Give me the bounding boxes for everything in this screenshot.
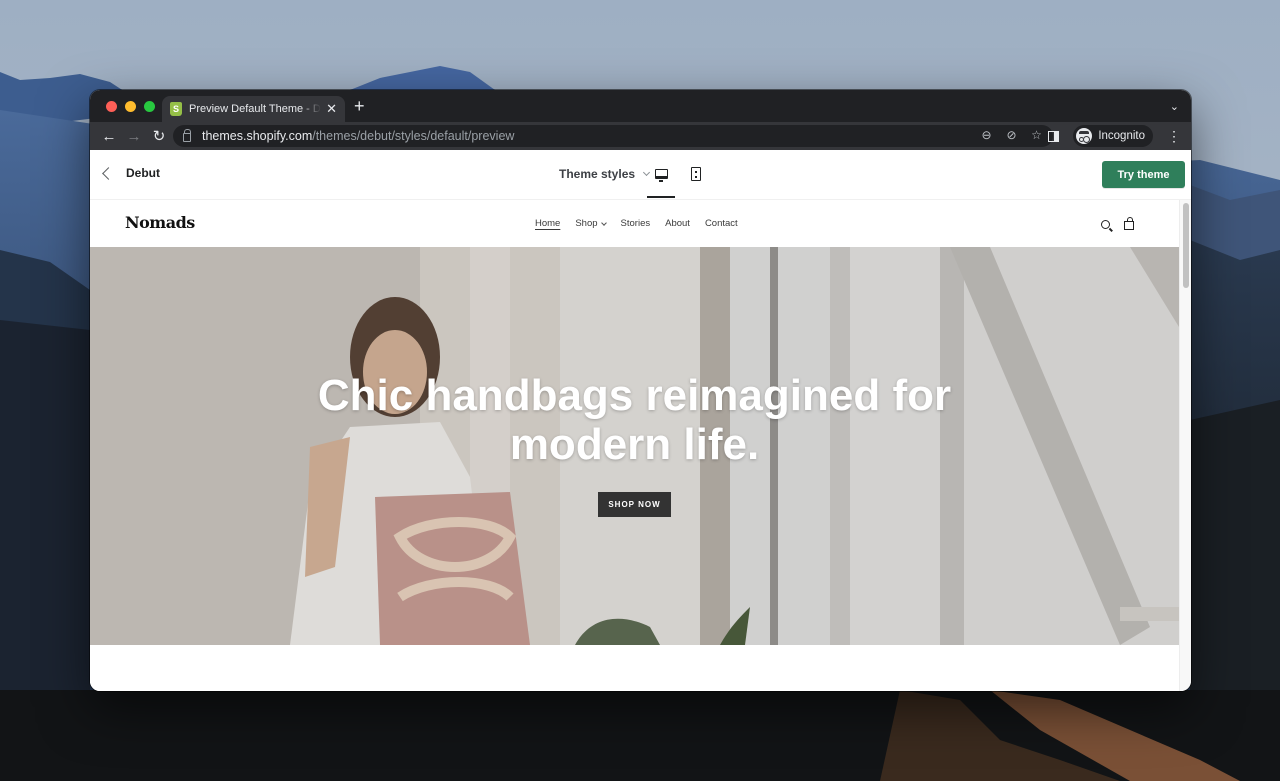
nav-shop[interactable]: Shop — [575, 218, 607, 229]
toolbar-right: Incognito ⋮ — [1048, 125, 1181, 147]
address-bar[interactable]: themes.shopify.com/themes/debut/styles/d… — [173, 125, 1053, 147]
bookmark-star-icon[interactable]: ☆ — [1030, 128, 1043, 142]
profile-button[interactable]: Incognito — [1073, 125, 1153, 147]
mobile-view-button[interactable] — [682, 160, 710, 188]
store-header: Nomads Home Shop Stories About Contact — [90, 200, 1179, 247]
reload-button[interactable]: ↻ — [148, 125, 170, 147]
desktop-icon — [654, 169, 668, 182]
store-nav: Home Shop Stories About Contact — [535, 218, 738, 229]
tab-strip: S Preview Default Theme - Debut ✕ + ⌄ — [90, 90, 1191, 122]
nav-stories[interactable]: Stories — [621, 218, 651, 229]
chevron-down-icon — [600, 219, 607, 226]
nav-home[interactable]: Home — [535, 218, 560, 229]
theme-styles-label: Theme styles — [559, 167, 636, 181]
back-button[interactable]: ← — [98, 125, 120, 147]
nav-shop-label: Shop — [575, 218, 598, 229]
browser-tab-active[interactable]: S Preview Default Theme - Debut ✕ — [162, 96, 345, 122]
desktop-view-button[interactable] — [647, 160, 675, 188]
theme-styles-dropdown[interactable]: Theme styles — [559, 167, 651, 181]
nav-contact[interactable]: Contact — [705, 218, 738, 229]
nav-home-label: Home — [535, 218, 561, 229]
zoom-icon[interactable]: ⊖ — [980, 128, 993, 142]
nav-contact-label: Contact — [704, 218, 738, 229]
back-to-theme-link[interactable]: Debut — [100, 166, 160, 180]
browser-window: S Preview Default Theme - Debut ✕ + ⌄ ← … — [90, 90, 1191, 691]
store-header-icons — [1101, 217, 1134, 230]
browser-toolbar: ← → ↻ themes.shopify.com/themes/debut/st… — [90, 122, 1191, 150]
window-controls — [106, 101, 155, 112]
tab-search-chevron-icon[interactable]: ⌄ — [1170, 100, 1179, 113]
store-logo[interactable]: Nomads — [125, 213, 195, 232]
store-preview: Nomads Home Shop Stories About Contact C… — [90, 200, 1179, 691]
tab-title: Preview Default Theme - Debut — [189, 103, 321, 115]
shopify-bag-icon: S — [170, 102, 182, 116]
side-panel-icon[interactable] — [1048, 130, 1060, 142]
nav-about[interactable]: About — [665, 218, 690, 229]
profile-label: Incognito — [1098, 130, 1145, 142]
forward-button[interactable]: → — [123, 125, 145, 147]
theme-preview-bar: Debut Theme styles Try theme — [90, 150, 1191, 200]
back-label: Debut — [126, 166, 160, 180]
nav-about-label: About — [665, 218, 690, 229]
eye-off-icon[interactable]: ⊘ — [1005, 128, 1018, 142]
url-path: /themes/debut/styles/default/preview — [312, 129, 515, 143]
active-view-indicator — [647, 196, 675, 198]
mobile-icon — [691, 167, 701, 181]
url-host: themes.shopify.com — [202, 129, 313, 143]
nav-stories-label: Stories — [620, 218, 651, 229]
try-theme-button[interactable]: Try theme — [1102, 161, 1185, 188]
new-tab-button[interactable]: + — [354, 97, 365, 115]
search-icon[interactable] — [1101, 219, 1110, 229]
hero-heading-line-2: modern life. — [509, 420, 760, 469]
hero-banner: Chic handbags reimagined for modern life… — [90, 247, 1179, 645]
hero-heading: Chic handbags reimagined for modern life… — [90, 371, 1179, 469]
window-maximize-button[interactable] — [144, 101, 155, 112]
incognito-icon — [1076, 128, 1093, 144]
chevron-left-icon — [102, 166, 115, 180]
tab-close-icon[interactable]: ✕ — [326, 101, 337, 117]
page-scrollbar[interactable] — [1179, 200, 1191, 691]
scrollbar-thumb[interactable] — [1183, 203, 1189, 288]
lock-icon[interactable] — [183, 128, 191, 142]
omnibox-actions: ⊖ ⊘ ☆ — [980, 128, 1043, 142]
below-hero-section — [90, 645, 1179, 691]
browser-menu-icon[interactable]: ⋮ — [1167, 129, 1181, 143]
cart-bag-icon[interactable] — [1124, 217, 1134, 230]
window-minimize-button[interactable] — [125, 101, 136, 112]
hero-heading-line-1: Chic handbags reimagined for — [317, 371, 952, 420]
shop-now-button[interactable]: SHOP NOW — [598, 492, 671, 517]
window-close-button[interactable] — [106, 101, 117, 112]
